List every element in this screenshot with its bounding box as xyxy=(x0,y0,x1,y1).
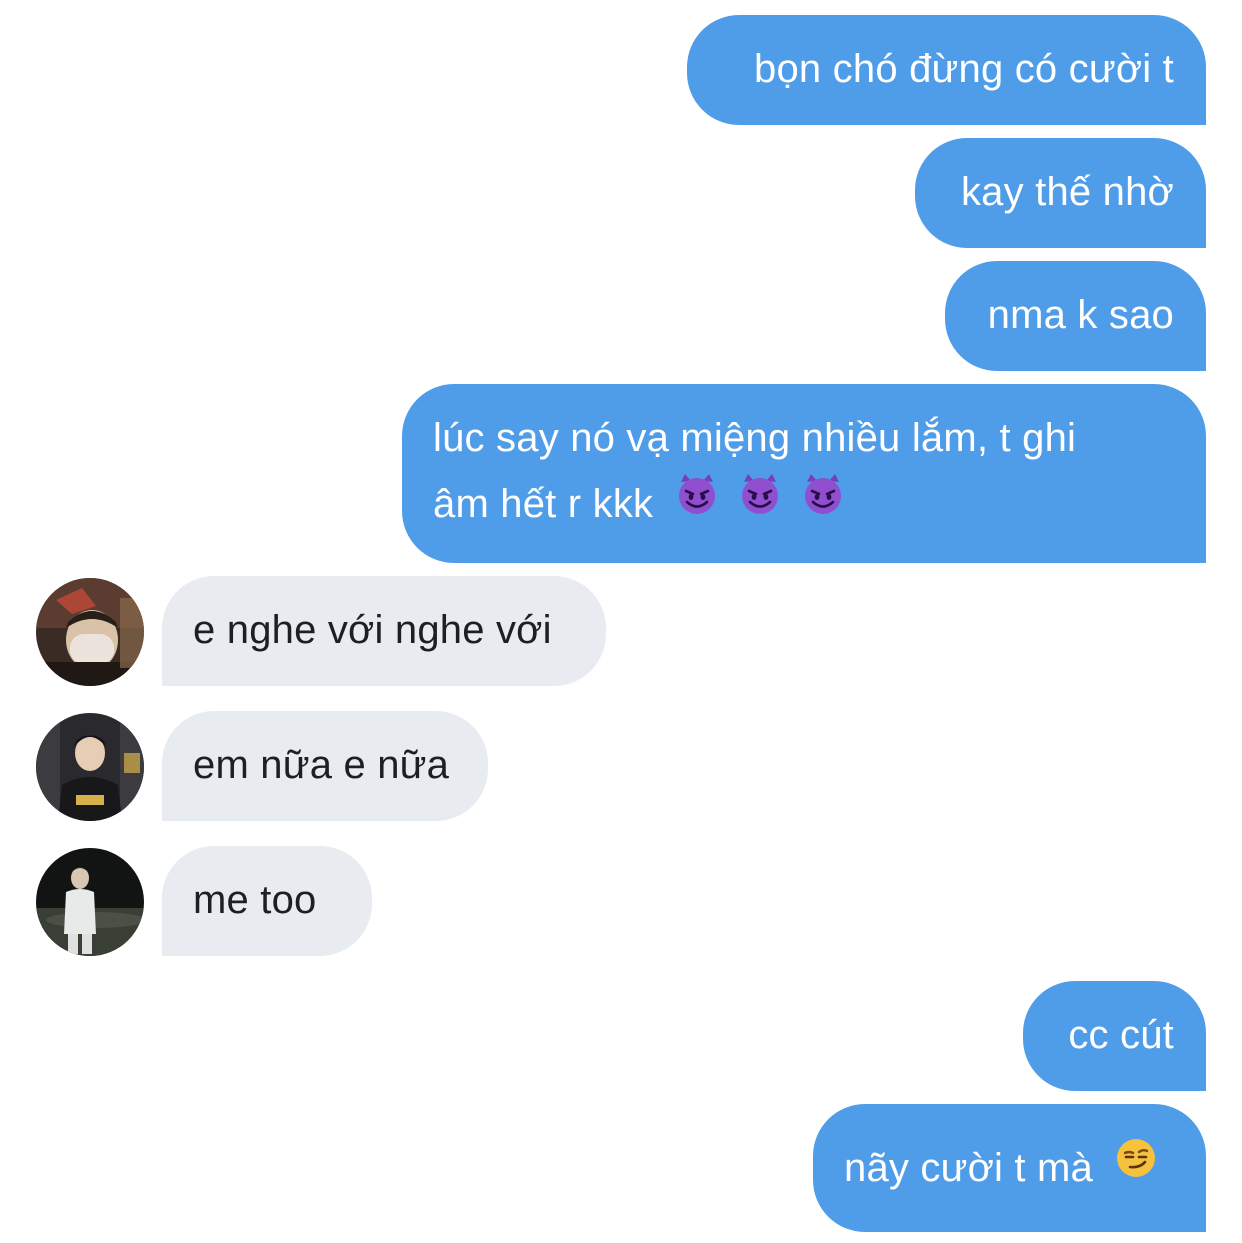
smirk-icon xyxy=(1114,1135,1158,1199)
smiling-devil-icon xyxy=(675,471,719,535)
incoming-message-bubble[interactable]: me too xyxy=(162,846,372,956)
outgoing-message-bubble[interactable]: kay thế nhờ xyxy=(915,138,1206,248)
incoming-message-bubble[interactable]: e nghe với nghe với xyxy=(162,576,606,686)
message-text-line: âm hết r kkk xyxy=(433,472,1076,536)
smiling-devil-icon xyxy=(801,471,845,535)
outgoing-message-bubble[interactable]: nma k sao xyxy=(945,261,1206,371)
message-text: em nữa e nữa xyxy=(193,743,450,787)
message-text-line: lúc say nó vạ miệng nhiều lắm, t ghi xyxy=(433,416,1077,460)
outgoing-message-bubble[interactable]: cc cút xyxy=(1023,981,1206,1091)
message-text: e nghe với nghe với xyxy=(193,608,552,652)
message-text: nma k sao xyxy=(987,293,1174,337)
chat-thread: bọn chó đừng có cười t kay thế nhờ nma k… xyxy=(0,0,1242,1243)
outgoing-message-bubble[interactable]: bọn chó đừng có cười t xyxy=(687,15,1206,125)
message-text: me too xyxy=(193,878,317,922)
avatar[interactable] xyxy=(36,578,144,686)
message-text: âm hết r kkk xyxy=(433,482,654,526)
outgoing-message-bubble[interactable]: lúc say nó vạ miệng nhiều lắm, t ghi âm … xyxy=(402,384,1206,563)
outgoing-message-bubble[interactable]: nãy cười t mà xyxy=(813,1104,1206,1232)
incoming-message-bubble[interactable]: em nữa e nữa xyxy=(162,711,488,821)
message-text: bọn chó đừng có cười t xyxy=(754,47,1174,91)
message-text: nãy cười t mà xyxy=(844,1146,1094,1190)
smiling-devil-icon xyxy=(738,471,782,535)
message-text: kay thế nhờ xyxy=(960,170,1174,214)
avatar[interactable] xyxy=(36,713,144,821)
message-text: cc cút xyxy=(1068,1013,1174,1057)
avatar[interactable] xyxy=(36,848,144,956)
